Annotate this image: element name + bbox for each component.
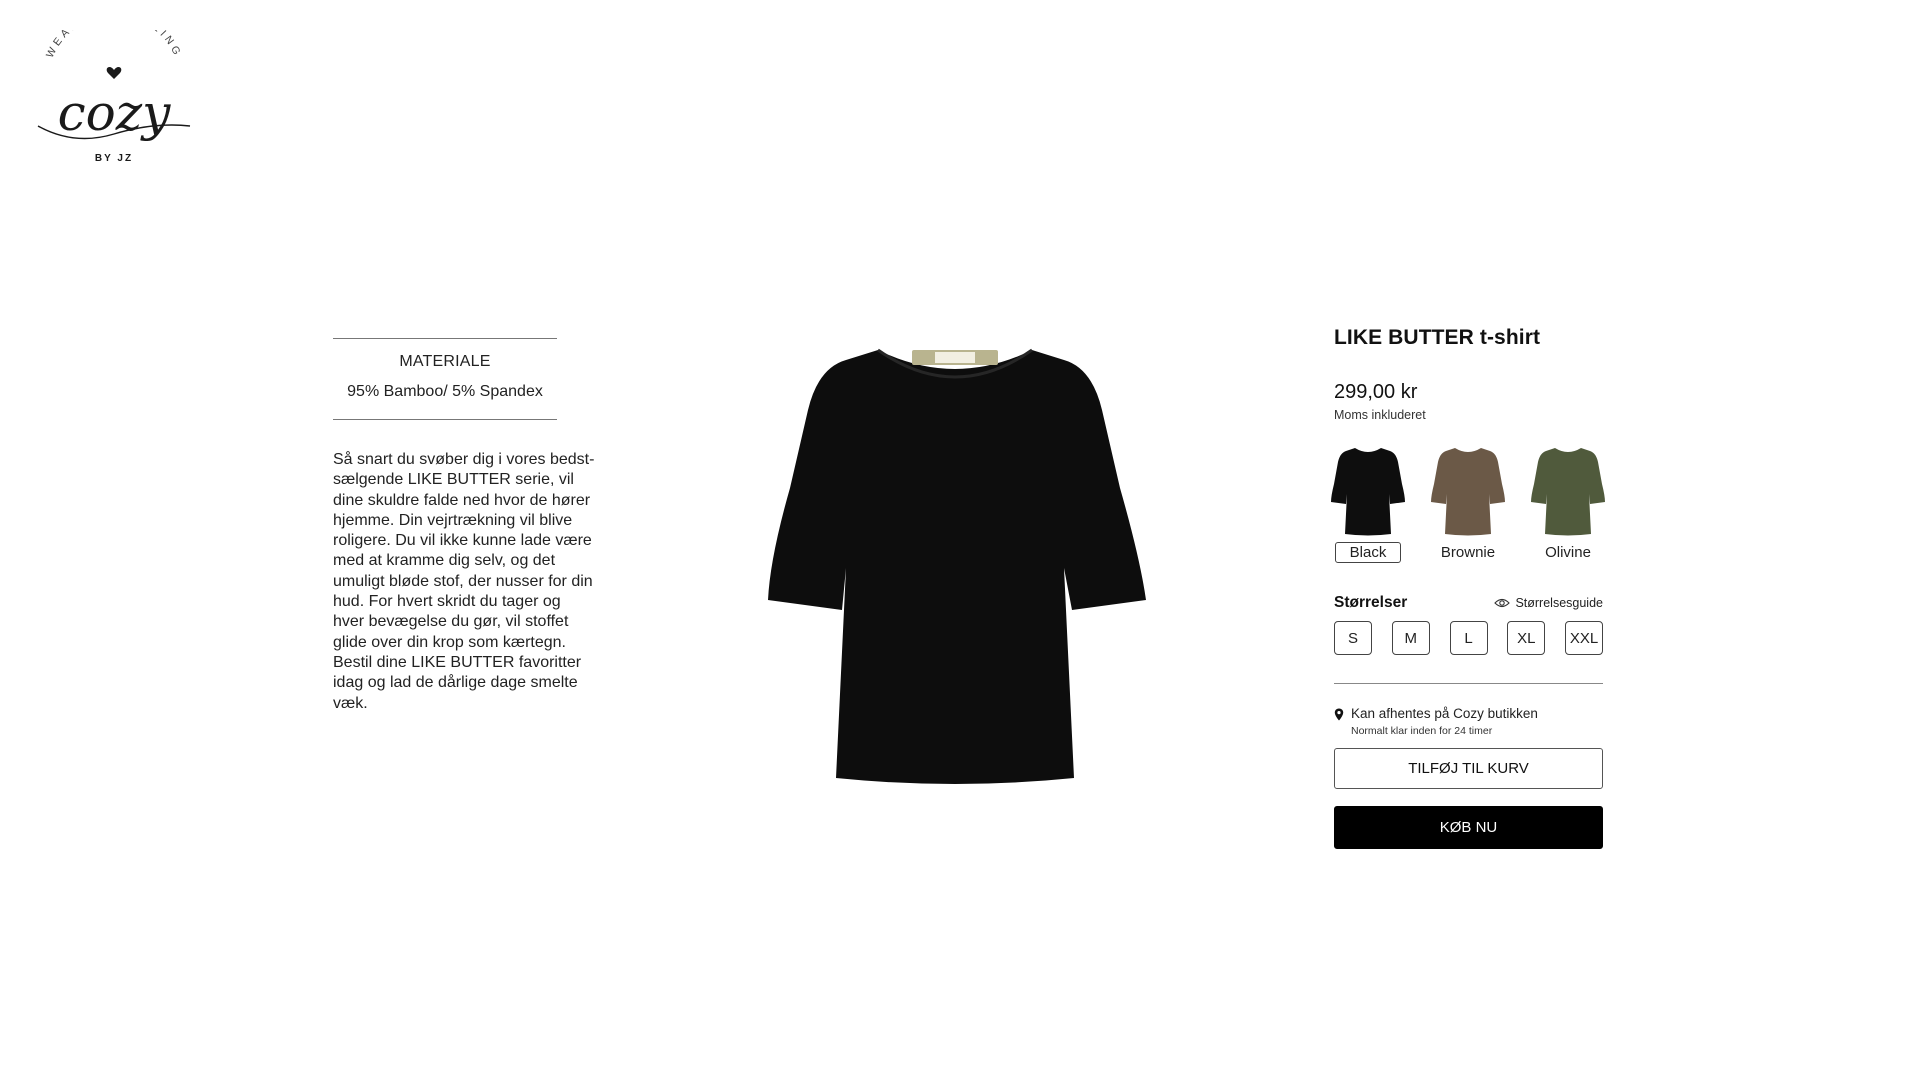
logo-mark: WEAR THE FEELING cozy BY JZ — [37, 30, 191, 164]
product-info: MATERIALE 95% Bamboo/ 5% Spandex Så snar… — [333, 338, 595, 714]
pickup-title: Kan afhentes på Cozy butikken — [1351, 706, 1538, 721]
purchase-panel: LIKE BUTTER t-shirt 299,00 kr Moms inklu… — [1331, 326, 1605, 849]
logo-byline: BY JZ — [95, 153, 133, 164]
vat-note: Moms inkluderet — [1334, 408, 1426, 422]
color-label-black: Black — [1334, 542, 1402, 563]
material-box: MATERIALE 95% Bamboo/ 5% Spandex — [333, 338, 557, 420]
add-to-cart-button[interactable]: TILFØJ TIL KURV — [1334, 748, 1603, 789]
divider — [1334, 683, 1603, 684]
heart-icon — [106, 66, 122, 79]
size-option-m[interactable]: M — [1391, 621, 1430, 655]
tshirt-image — [768, 348, 1146, 784]
product-image[interactable] — [760, 338, 1150, 798]
eye-icon — [1494, 598, 1511, 608]
swatch-image-brownie — [1431, 448, 1505, 536]
swatch-image-olivine — [1531, 448, 1605, 536]
material-value: 95% Bamboo/ 5% Spandex — [347, 383, 543, 400]
color-swatches: Black Brownie Olivine — [1328, 444, 1608, 563]
store-pickup-info: Kan afhentes på Cozy butikken Normalt kl… — [1334, 706, 1603, 737]
size-option-s[interactable]: S — [1334, 621, 1372, 655]
color-swatch-black[interactable]: Black — [1328, 444, 1408, 563]
product-title: LIKE BUTTER t-shirt — [1334, 326, 1541, 349]
color-swatch-olivine[interactable]: Olivine — [1528, 444, 1608, 563]
location-pin-icon — [1334, 708, 1344, 721]
size-option-xl[interactable]: XL — [1507, 621, 1546, 655]
swatch-image-black — [1331, 448, 1405, 536]
color-swatch-brownie[interactable]: Brownie — [1428, 444, 1508, 563]
sizes-title: Størrelser — [1334, 594, 1408, 611]
color-label-olivine: Olivine — [1545, 544, 1591, 561]
pickup-note: Normalt klar inden for 24 timer — [1351, 725, 1493, 737]
size-option-l[interactable]: L — [1449, 621, 1488, 655]
logo-tagline: WEAR THE FEELING — [44, 30, 184, 60]
size-options: S M L XL XXL — [1334, 621, 1603, 655]
buy-now-button[interactable]: KØB NU — [1334, 806, 1603, 849]
sizes-header: Størrelser Størrelsesguide — [1334, 594, 1603, 612]
product-description: Så snart du svøber dig i vores bedst-sæl… — [333, 451, 595, 712]
size-guide-link[interactable]: Størrelsesguide — [1494, 596, 1603, 610]
color-label-brownie: Brownie — [1440, 544, 1496, 561]
product-price: 299,00 kr — [1334, 381, 1418, 403]
tshirt-body — [768, 350, 1146, 784]
size-option-xxl[interactable]: XXL — [1565, 621, 1603, 655]
material-title: MATERIALE — [399, 353, 491, 370]
size-guide-label: Størrelsesguide — [1515, 596, 1603, 610]
brand-logo[interactable]: WEAR THE FEELING cozy BY JZ — [34, 30, 194, 165]
